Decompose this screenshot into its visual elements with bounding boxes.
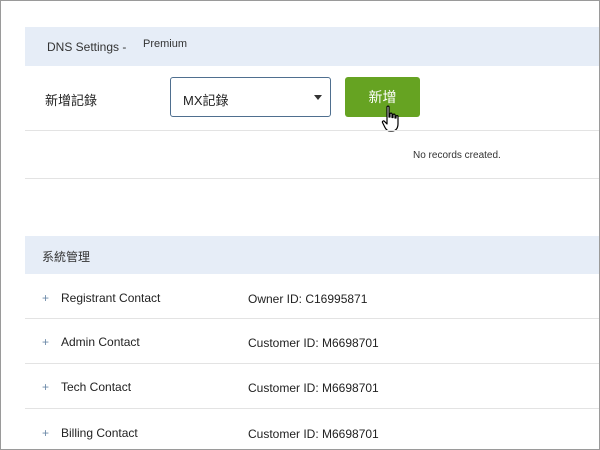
- plus-icon[interactable]: +: [42, 335, 49, 349]
- contact-id: Owner ID: C16995871: [248, 292, 368, 306]
- hand-pointer-icon: [381, 105, 399, 132]
- record-type-value: MX記錄: [183, 93, 229, 108]
- dns-settings-panel: DNS Settings - Premium 新增記錄 MX記錄 新增 No r…: [0, 0, 600, 450]
- contact-row-tech[interactable]: + Tech Contact Customer ID: M6698701: [25, 380, 599, 424]
- contact-row-registrant[interactable]: + Registrant Contact Owner ID: C16995871: [25, 291, 599, 335]
- system-management-header: 系統管理: [25, 236, 599, 274]
- divider: [25, 318, 599, 319]
- record-type-select[interactable]: MX記錄: [170, 77, 331, 117]
- divider: [25, 363, 599, 364]
- contact-id: Customer ID: M6698701: [248, 427, 379, 441]
- add-record-label: 新增記錄: [45, 93, 98, 108]
- contact-id: Customer ID: M6698701: [248, 336, 379, 350]
- system-management-title: 系統管理: [42, 250, 91, 264]
- plus-icon[interactable]: +: [42, 291, 49, 305]
- contact-row-billing[interactable]: + Billing Contact Customer ID: M6698701: [25, 426, 599, 449]
- contact-row-admin[interactable]: + Admin Contact Customer ID: M6698701: [25, 335, 599, 379]
- contact-label: Tech Contact: [61, 380, 132, 394]
- contact-label: Admin Contact: [61, 335, 140, 349]
- contact-id: Customer ID: M6698701: [248, 381, 379, 395]
- dns-settings-title: DNS Settings -: [47, 40, 127, 54]
- contact-label: Billing Contact: [61, 426, 138, 440]
- contact-label: Registrant Contact: [61, 291, 161, 305]
- divider: [25, 130, 599, 131]
- dns-tier-label: Premium: [143, 38, 188, 50]
- divider: [25, 408, 599, 409]
- divider: [25, 178, 599, 179]
- no-records-message: No records created.: [413, 150, 501, 161]
- plus-icon[interactable]: +: [42, 426, 49, 440]
- plus-icon[interactable]: +: [42, 380, 49, 394]
- dns-settings-header: DNS Settings - Premium: [25, 27, 599, 66]
- chevron-down-icon: [314, 95, 322, 100]
